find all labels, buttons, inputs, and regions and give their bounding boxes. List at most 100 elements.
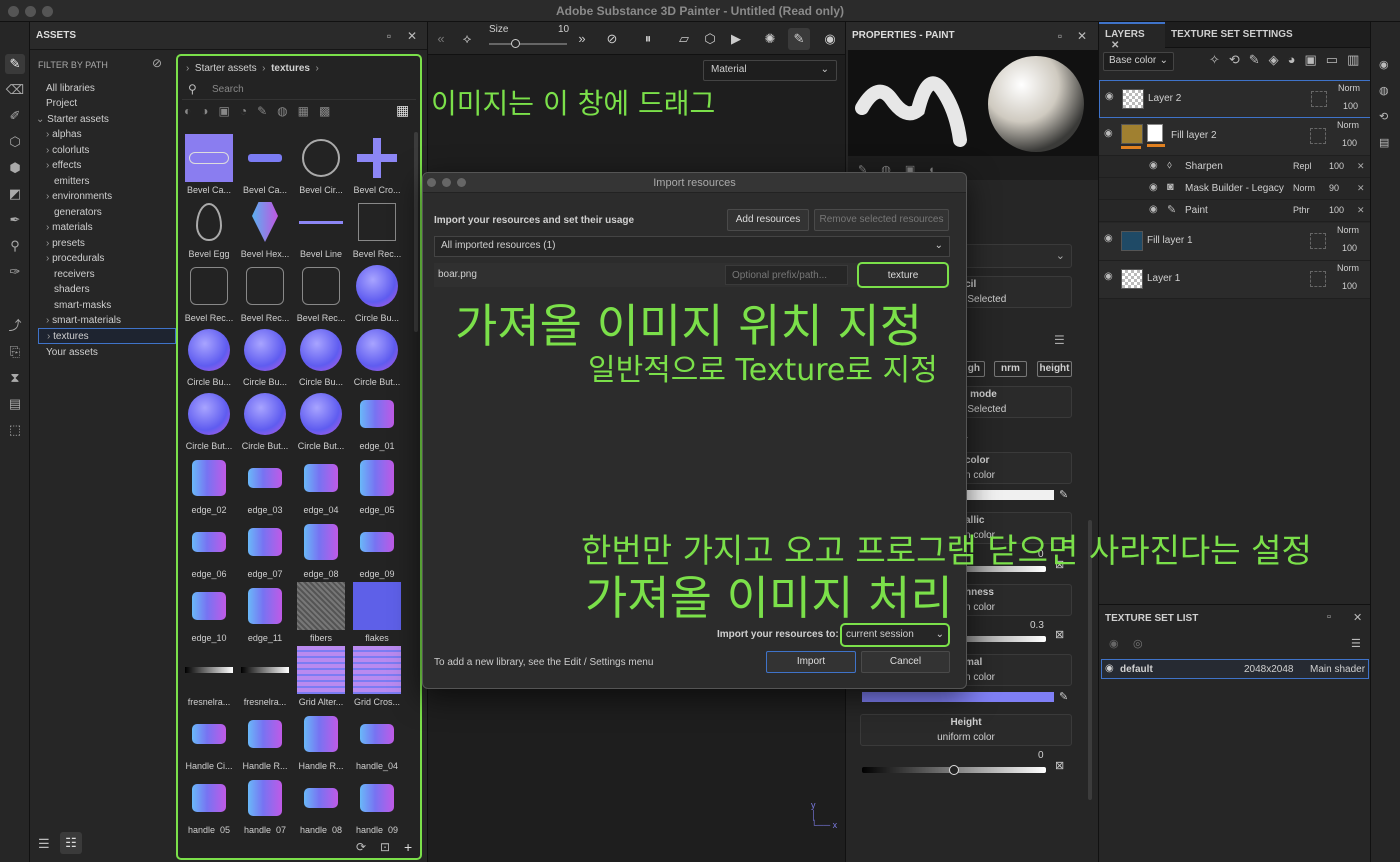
layer-opacity[interactable]: 90 [1329, 183, 1339, 193]
asset-tile[interactable]: edge_01 [350, 390, 404, 452]
asset-tile[interactable]: Circle Bu... [238, 326, 292, 388]
visibility-eye-icon[interactable]: ◉ [1149, 160, 1158, 171]
close-panel-icon[interactable]: ✕ [1353, 611, 1362, 624]
tree-item-all-libraries[interactable]: All libraries [46, 81, 95, 96]
refresh-icon[interactable]: ⟳ [356, 840, 366, 854]
channel-height-button[interactable]: height [1037, 361, 1072, 377]
size-slider[interactable] [489, 43, 567, 45]
paint-mode-icon[interactable]: ✎ [788, 28, 810, 50]
visibility-eye-icon[interactable]: ◉ [1149, 182, 1158, 193]
layer-opacity[interactable]: 100 [1343, 101, 1358, 111]
float-panel-icon[interactable]: ▫ [1327, 611, 1331, 623]
viewport-3d-icon[interactable]: ⬡ [699, 28, 721, 50]
mask-slot[interactable] [1310, 271, 1326, 287]
visibility-eye-icon[interactable]: ◉ [1105, 91, 1114, 102]
float-panel-icon[interactable]: ▫ [1052, 28, 1068, 44]
visibility-eye-icon[interactable]: ◉ [1104, 271, 1113, 282]
channel-normal-button[interactable]: nrm [994, 361, 1027, 377]
tree-item-presets[interactable]: › presets [46, 236, 85, 251]
asset-tile[interactable]: fresnelra... [238, 646, 292, 708]
projection-icon[interactable]: ✐ [5, 106, 25, 126]
import-button[interactable]: Import [766, 651, 856, 673]
asset-tile[interactable]: handle_07 [238, 774, 292, 834]
tree-item-smart-materials[interactable]: › smart-materials [46, 313, 121, 328]
layer-row[interactable]: ◉ Layer 1 Norm 100 [1099, 261, 1371, 299]
tab-layers[interactable]: LAYERS ✕ [1099, 22, 1165, 51]
asset-tile[interactable]: Bevel Hex... [238, 198, 292, 260]
tree-item-colorluts[interactable]: › colorluts [46, 143, 89, 158]
asset-tile[interactable]: edge_03 [238, 454, 292, 516]
hourglass-icon[interactable]: ⧗ [5, 368, 25, 388]
mask-slot[interactable] [1311, 91, 1327, 107]
texture-link-icon[interactable]: ⊠ [1055, 759, 1064, 772]
remove-icon[interactable]: ✕ [1357, 161, 1365, 172]
close-window-button[interactable] [8, 6, 19, 17]
asset-tile[interactable]: Circle Bu... [182, 326, 236, 388]
screenshot-icon[interactable]: ◉ [819, 28, 841, 50]
layer-opacity[interactable]: 100 [1342, 138, 1357, 148]
breadcrumb-starter-assets[interactable]: Starter assets [195, 63, 257, 74]
viewport-2d-icon[interactable]: ▱ [673, 28, 695, 50]
close-panel-icon[interactable]: ✕ [404, 28, 420, 44]
layer-opacity[interactable]: 100 [1329, 161, 1344, 171]
bake-icon[interactable]: ⎘ [5, 342, 25, 362]
asset-tile[interactable]: Grid Alter... [294, 646, 348, 708]
texture-set-row[interactable]: ◉ default 2048x2048 Main shader [1101, 659, 1369, 679]
asset-tile[interactable]: edge_11 [238, 582, 292, 644]
effect-row[interactable]: ◉ ✎ Paint Pthr 100 ✕ [1099, 200, 1371, 222]
asset-tile[interactable]: edge_06 [182, 518, 236, 580]
close-icon[interactable]: ✕ [1111, 40, 1119, 51]
layer-opacity[interactable]: 100 [1342, 281, 1357, 291]
tree-item-receivers[interactable]: receivers [54, 267, 95, 282]
export-icon[interactable]: ⤴ [5, 316, 25, 336]
stamp-icon[interactable]: ✑ [5, 262, 25, 282]
effect-row[interactable]: ◉ ⬨ Sharpen Repl 100 ✕ [1099, 156, 1371, 178]
resource-filter-select[interactable]: All imported resources (1) ⌄ [434, 236, 950, 257]
list-view-icon[interactable]: ☰ [38, 836, 50, 852]
tree-item-starter-assets[interactable]: ⌄ Starter assets [36, 112, 109, 127]
resource-usage-button[interactable]: texture [857, 262, 949, 288]
normal-color-swatch[interactable] [862, 692, 1054, 702]
asset-tile[interactable]: Handle R... [238, 710, 292, 772]
asset-scrollbar[interactable] [414, 132, 418, 332]
visibility-eye-icon[interactable]: ◉ [1109, 637, 1119, 650]
history-icon[interactable]: ⟲ [1379, 110, 1388, 123]
prefix-path-input[interactable]: Optional prefix/path... [725, 265, 848, 285]
asset-tile[interactable]: Circle But... [350, 326, 404, 388]
blend-mode[interactable]: Norm [1337, 263, 1359, 273]
box-icon[interactable]: ⬚ [5, 420, 25, 440]
asset-tile[interactable]: Grid Cros... [350, 646, 404, 708]
tab-texture-set-settings[interactable]: TEXTURE SET SETTINGS [1171, 29, 1293, 40]
smudge-icon[interactable]: ◩ [5, 184, 25, 204]
asset-tile[interactable]: Bevel Rec... [350, 198, 404, 260]
new-folder-icon[interactable]: ⊡ [380, 840, 390, 854]
hide-icon[interactable]: ⊘ [601, 28, 623, 50]
asset-tile[interactable]: Circle But... [294, 390, 348, 452]
mask-thumbnail[interactable] [1147, 124, 1163, 142]
eyedropper-icon[interactable]: ✎ [1059, 488, 1068, 501]
document-icon[interactable]: ▤ [5, 394, 25, 414]
asset-tile[interactable]: Bevel Rec... [182, 262, 236, 324]
tree-item-project[interactable]: Project [46, 96, 77, 111]
visibility-eye-icon[interactable]: ◉ [1104, 233, 1113, 244]
globe-icon[interactable]: ◍ [1379, 84, 1389, 97]
layer-row[interactable]: ◉ Fill layer 1 Norm 100 [1099, 223, 1371, 261]
asset-tile[interactable]: Circle But... [238, 390, 292, 452]
search-input[interactable]: Search [212, 84, 244, 95]
blend-mode[interactable]: Norm [1337, 120, 1359, 130]
remove-icon[interactable]: ✕ [1357, 205, 1365, 216]
hide-filter-icon[interactable]: ⊘ [152, 56, 162, 70]
add-icon[interactable]: + [404, 839, 412, 855]
channels-menu-icon[interactable]: ☰ [1054, 333, 1065, 347]
blend-mode[interactable]: Pthr [1293, 205, 1310, 215]
asset-tile[interactable]: Bevel Ca... [238, 134, 292, 196]
tree-item-procedurals[interactable]: › procedurals [46, 251, 104, 266]
tree-item-emitters[interactable]: emitters [54, 174, 90, 189]
asset-tile[interactable]: Circle Bu... [350, 262, 404, 324]
tree-item-environments[interactable]: › environments [46, 189, 112, 204]
size-slider-handle[interactable] [511, 39, 520, 48]
remove-selected-resources-button[interactable]: Remove selected resources [814, 209, 949, 231]
add-resources-button[interactable]: Add resources [727, 209, 809, 231]
layer-row[interactable]: ◉ Fill layer 2 Norm 100 [1099, 118, 1371, 156]
asset-tile[interactable]: Bevel Ca... [182, 134, 236, 196]
